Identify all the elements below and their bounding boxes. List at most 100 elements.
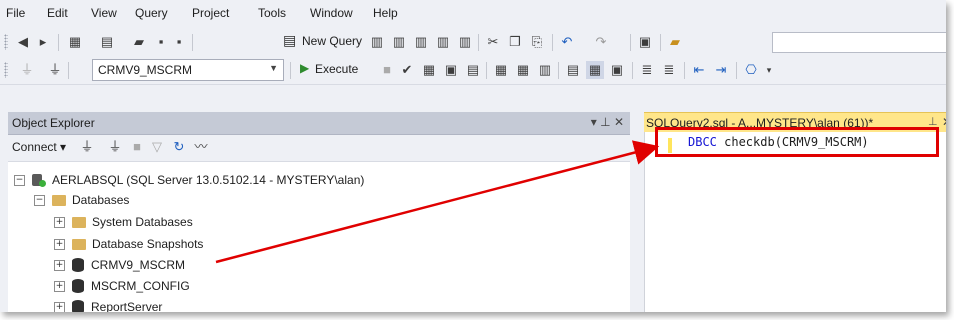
tree-node-databases[interactable]: − Databases [34,190,129,210]
standard-toolbar: ◀ ▸ ▦ ▤ ▰ ▪ ▪ ▤ New Query ▥ ▥ ▥ ▥ ▥ ✂ ❐ … [0,28,946,57]
expand-icon[interactable]: + [54,216,65,228]
tree-node-server[interactable]: − AERLABSQL (SQL Server 13.0.5102.14 - M… [14,170,364,190]
live-stats-icon[interactable]: ▦ [514,61,532,79]
toolbar-separator [630,34,631,51]
tree-node-label: Database Snapshots [92,237,204,251]
cut-icon[interactable]: ✂ [484,33,502,51]
expand-icon[interactable]: + [54,301,65,312]
tree-node-crmv9-mscrm[interactable]: + CRMV9_MSCRM [54,255,185,275]
query-editor[interactable] [644,132,946,312]
server-icon [32,173,46,187]
toolbar-separator [684,62,685,79]
filter-icon[interactable]: ▽ [148,138,166,156]
save-all-icon[interactable]: ▪ [170,33,188,51]
tree-node-mscrm-config[interactable]: + MSCRM_CONFIG [54,276,190,296]
execute-button[interactable]: Execute [315,62,358,76]
dmx-query-icon[interactable]: ▥ [412,33,430,51]
activity-monitor-icon[interactable]: 〰 [192,138,210,156]
decrease-indent-icon[interactable]: ⇤ [690,61,708,79]
toolbar-separator [660,34,661,51]
change-connection-icon[interactable]: ⏚ [46,61,64,79]
refresh-icon[interactable]: ↻ [170,138,188,156]
panel-window-controls[interactable]: ▾ ⊥ ✕ [591,115,624,129]
client-stats-icon[interactable]: ▥ [536,61,554,79]
connect-icon[interactable]: ⏚ [18,61,36,79]
toolbar-grip[interactable] [4,34,8,50]
tree-node-reportserver[interactable]: + ReportServer [54,297,162,312]
undo-icon[interactable]: ↶ [558,33,576,51]
comment-icon[interactable]: ≣ [638,61,656,79]
uncomment-icon[interactable]: ≣ [660,61,678,79]
new-query-icon[interactable]: ▤ [283,32,296,49]
overflow-chevron-icon[interactable]: ▾ [760,61,778,79]
mdx-query-icon[interactable]: ▥ [390,33,408,51]
toolbar-grip[interactable] [4,62,8,78]
sql-editor-toolbar: ⏚ ⏚ CRMV9_MSCRM ▼ ▶ Execute ■ ✔ ▦ ▣ ▤ ▦ … [0,56,946,85]
disconnect-icon[interactable]: ⏚ [106,138,124,156]
menu-project[interactable]: Project [192,6,229,20]
xmla-query-icon[interactable]: ▥ [434,33,452,51]
intellisense-icon[interactable]: ▤ [464,61,482,79]
stop-icon[interactable]: ■ [378,61,396,79]
expand-icon[interactable]: + [54,238,65,250]
menu-view[interactable]: View [91,6,117,20]
tree-node-label: ReportServer [91,300,163,312]
find-icon[interactable]: ▰ [666,33,684,51]
specify-values-icon[interactable]: ⎔ [742,61,760,79]
menu-window[interactable]: Window [310,6,353,20]
save-icon[interactable]: ▪ [152,33,170,51]
connect-button[interactable]: Connect ▾ [12,140,66,154]
expand-icon[interactable]: + [54,259,65,271]
available-databases-select[interactable]: CRMV9_MSCRM ▼ [92,59,284,81]
menu-edit[interactable]: Edit [47,6,68,20]
panel-splitter[interactable] [631,112,637,312]
include-plan-icon[interactable]: ▦ [492,61,510,79]
query-designer-icon[interactable]: ▣ [442,61,460,79]
forward-icon[interactable]: ▸ [34,33,52,51]
results-file-icon[interactable]: ▣ [608,61,626,79]
increase-indent-icon[interactable]: ⇥ [712,61,730,79]
toolbar-separator [68,62,69,79]
new-project-icon[interactable]: ▦ [66,33,84,51]
parse-icon[interactable]: ✔ [398,61,416,79]
results-grid-icon[interactable]: ▦ [586,61,604,79]
back-icon[interactable]: ◀ [14,33,32,51]
folder-icon [72,216,86,228]
object-explorer-title: Object Explorer [12,116,95,130]
menu-tools[interactable]: Tools [258,6,286,20]
solution-explorer-icon[interactable]: ▣ [636,33,654,51]
database-icon [72,279,84,293]
menu-help[interactable]: Help [373,6,398,20]
estimated-plan-icon[interactable]: ▦ [420,61,438,79]
stop-icon[interactable]: ■ [128,138,146,156]
db-query-icon[interactable]: ▥ [368,33,386,51]
tree-node-label: System Databases [92,215,193,229]
tree-node-system-databases[interactable]: + System Databases [54,212,193,232]
paste-icon[interactable]: ⎘ [528,33,546,51]
copy-icon[interactable]: ❐ [506,33,524,51]
dax-query-icon[interactable]: ▥ [456,33,474,51]
toolbar-separator [558,62,559,79]
redo-icon[interactable]: ↷ [592,33,610,51]
toolbar-separator [290,62,291,79]
add-item-icon[interactable]: ▤ [98,33,116,51]
menu-query[interactable]: Query [135,6,168,20]
collapse-icon[interactable]: − [14,174,25,186]
menu-bar: File Edit View Query Project Tools Windo… [0,0,946,28]
close-icon[interactable]: ✕ [942,115,946,129]
chevron-down-icon: ▼ [269,63,278,73]
new-query-button[interactable]: New Query [302,34,362,48]
execute-icon[interactable]: ▶ [300,61,309,75]
expand-icon[interactable]: + [54,280,65,292]
tree-node-database-snapshots[interactable]: + Database Snapshots [54,234,203,254]
open-file-icon[interactable]: ▰ [130,33,148,51]
databases-label: Databases [72,193,130,207]
toolbar-separator [552,34,553,51]
connect-object-icon[interactable]: ⏚ [78,138,96,156]
menu-file[interactable]: File [6,6,25,20]
find-input[interactable] [772,32,946,53]
collapse-icon[interactable]: − [34,194,45,206]
results-text-icon[interactable]: ▤ [564,61,582,79]
toolbar-separator [192,34,193,51]
object-explorer-tree: − AERLABSQL (SQL Server 13.0.5102.14 - M… [8,162,630,312]
